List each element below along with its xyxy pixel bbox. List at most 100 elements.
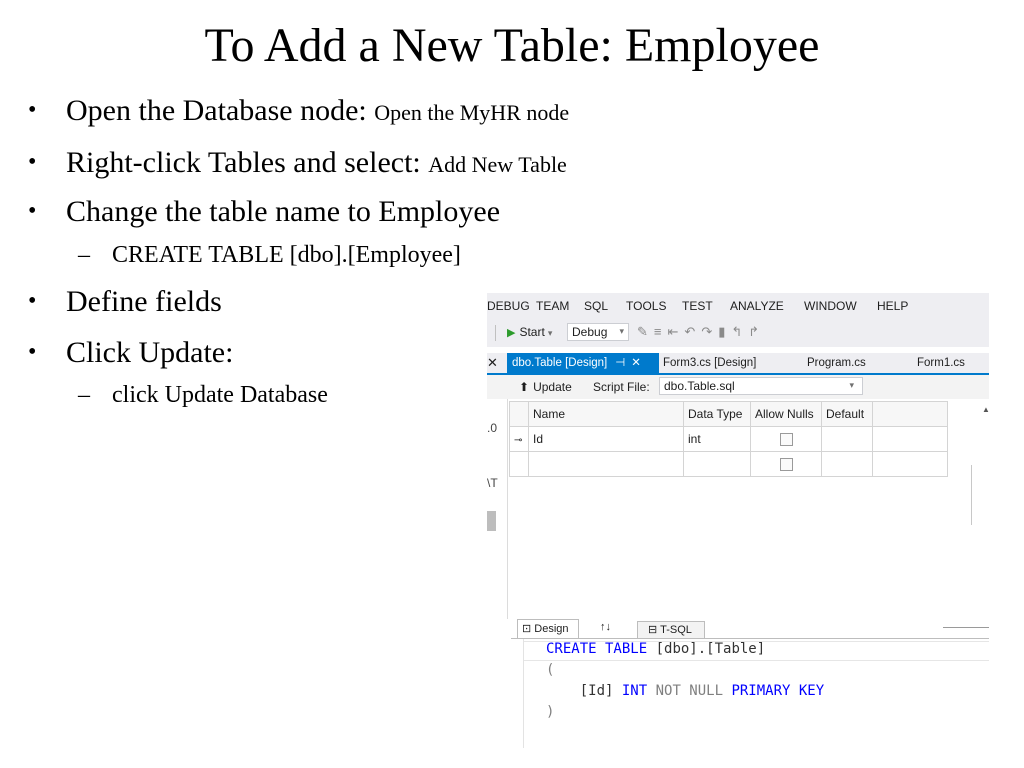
table-row[interactable]: ⊸ Id int [509, 426, 948, 452]
script-file-value: dbo.Table.sql [664, 379, 735, 393]
tab-form3-design[interactable]: Form3.cs [Design] [663, 353, 756, 373]
subbullet-text: click Update Database [112, 382, 328, 408]
sql-text: [dbo].[Table] [647, 641, 766, 657]
sql-editor[interactable]: CREATE TABLE [dbo].[Table] ( [Id] INT NO… [523, 639, 989, 748]
row-selector-header [509, 401, 529, 427]
close-icon[interactable]: ✕ [631, 357, 641, 369]
column-header-data-type[interactable]: Data Type [683, 401, 751, 427]
toolbar-separator [495, 325, 496, 341]
filler-cell [872, 426, 948, 452]
allow-nulls-checkbox[interactable] [779, 458, 793, 472]
subbullet-text: CREATE TABLE [dbo].[Employee] [112, 242, 461, 268]
code-line-1: CREATE TABLE [dbo].[Table] [546, 641, 765, 657]
next-bookmark-icon[interactable]: ↱ [748, 324, 765, 339]
bullet-dot: • [28, 97, 37, 123]
tab-dbo-table-design[interactable]: dbo.Table [Design] ⊣ ✕ [507, 353, 659, 373]
cell-default[interactable] [821, 451, 873, 477]
ide-screenshot: DEBUG TEAM SQL TOOLS TEST ANALYZE WINDOW… [487, 293, 989, 748]
bullet-text: Open the Database node: [66, 94, 367, 127]
script-file-select[interactable]: dbo.Table.sql ▾ [659, 377, 863, 395]
swap-panes-icon[interactable]: ↑↓ [600, 621, 611, 633]
bullet-text: Right-click Tables and select: [66, 146, 421, 179]
cell-data-type[interactable]: int [683, 426, 751, 452]
cell-name[interactable]: Id [528, 426, 684, 452]
bullet-right-click-tables: • Right-click Tables and select: Add New … [28, 144, 567, 183]
code-line-3: [Id] INT NOT NULL PRIMARY KEY [546, 683, 824, 699]
chevron-down-icon: ▾ [619, 326, 624, 336]
row-selector[interactable] [509, 451, 529, 477]
gutter-block [487, 511, 496, 531]
menu-debug[interactable]: DEBUG [487, 299, 530, 313]
cell-default[interactable] [821, 426, 873, 452]
tab-design[interactable]: ⊡ Design [517, 619, 579, 638]
bullet-define-fields: • Define fields [28, 283, 222, 320]
bullet-text: Define fields [66, 285, 222, 318]
update-label: Update [533, 380, 572, 394]
configuration-select[interactable]: Debug ▾ [567, 323, 629, 341]
start-button[interactable]: ▶ Start ▾ [507, 325, 552, 339]
attach-icon[interactable]: ✎ [637, 324, 654, 339]
scrollbar[interactable] [971, 465, 972, 525]
comment-icon[interactable]: ↶ [684, 324, 701, 339]
toolbar: ▶ Start ▾ Debug ▾ ✎≡⇤↶↷▮↰↱ [487, 319, 989, 347]
cell-data-type[interactable] [683, 451, 751, 477]
tab-form1-cs[interactable]: Form1.cs [917, 353, 965, 373]
code-line-4: ) [546, 704, 555, 720]
allow-nulls-checkbox[interactable] [779, 433, 793, 447]
column-header-name[interactable]: Name [528, 401, 684, 427]
divider [943, 627, 989, 628]
sql-keyword: INT [621, 683, 648, 699]
bullet-open-database: • Open the Database node: Open the MyHR n… [28, 92, 569, 131]
cell-allow-nulls[interactable] [750, 451, 822, 477]
grid-header-row: Name Data Type Allow Nulls Default [509, 401, 948, 427]
bullet-text: Click Update: [66, 336, 234, 369]
key-icon: ⊸ [514, 435, 523, 446]
tab-label: Design [534, 623, 569, 635]
sql-text: [Id] [546, 683, 622, 699]
bullet-dot: • [28, 339, 37, 365]
document-tabs: ✕ dbo.Table [Design] ⊣ ✕ Form3.cs [Design]… [487, 353, 989, 375]
bullet-click-update: • Click Update: [28, 334, 233, 371]
column-header-allow-nulls[interactable]: Allow Nulls [750, 401, 822, 427]
bookmark-icon[interactable]: ▮ [718, 324, 731, 339]
menu-sql[interactable]: SQL [584, 299, 608, 313]
scroll-up-icon[interactable]: ▲ [982, 405, 989, 414]
gutter-text: .0 [487, 421, 498, 435]
row-selector[interactable]: ⊸ [509, 426, 529, 452]
prev-bookmark-icon[interactable]: ↰ [731, 324, 748, 339]
script-file-label: Script File: [593, 380, 650, 394]
sql-keyword: PRIMARY KEY [731, 683, 825, 699]
tab-tsql[interactable]: ⊟ T-SQL [637, 621, 705, 638]
gutter-text: \T [487, 476, 498, 490]
dash: – [78, 242, 90, 268]
format-icon[interactable]: ≡ [654, 324, 668, 339]
update-button[interactable]: ⬆ Update [519, 380, 572, 394]
chevron-down-icon: ▾ [849, 380, 854, 390]
uncomment-icon[interactable]: ↷ [701, 324, 718, 339]
tab-program-cs[interactable]: Program.cs [807, 353, 866, 373]
bullet-text: Change the table name to Employee [66, 195, 501, 228]
indent-icon[interactable]: ⇤ [668, 324, 685, 339]
close-icon[interactable]: ✕ [487, 355, 498, 371]
column-header-default[interactable]: Default [821, 401, 873, 427]
menu-window[interactable]: WINDOW [804, 299, 857, 313]
pin-icon[interactable]: ⊣ [615, 357, 625, 369]
tsql-icon: ⊟ [648, 624, 658, 636]
cell-name[interactable] [528, 451, 684, 477]
bullet-dot: • [28, 198, 37, 224]
menu-test[interactable]: TEST [682, 299, 713, 313]
menu-tools[interactable]: TOOLS [626, 299, 666, 313]
table-row[interactable] [509, 451, 948, 477]
filler-cell [872, 451, 948, 477]
configuration-value: Debug [572, 325, 608, 339]
start-label: Start [519, 325, 545, 339]
cell-allow-nulls[interactable] [750, 426, 822, 452]
subbullet-update-database: – click Update Database [78, 380, 328, 410]
toolbar-icons: ✎≡⇤↶↷▮↰↱ [637, 324, 765, 340]
sql-text: NOT NULL [647, 683, 732, 699]
menu-help[interactable]: HELP [877, 299, 908, 313]
menu-team[interactable]: TEAM [536, 299, 569, 313]
bullet-detail: Add New Table [428, 152, 567, 177]
slide-title: To Add a New Table: Employee [204, 19, 820, 72]
menu-analyze[interactable]: ANALYZE [730, 299, 784, 313]
